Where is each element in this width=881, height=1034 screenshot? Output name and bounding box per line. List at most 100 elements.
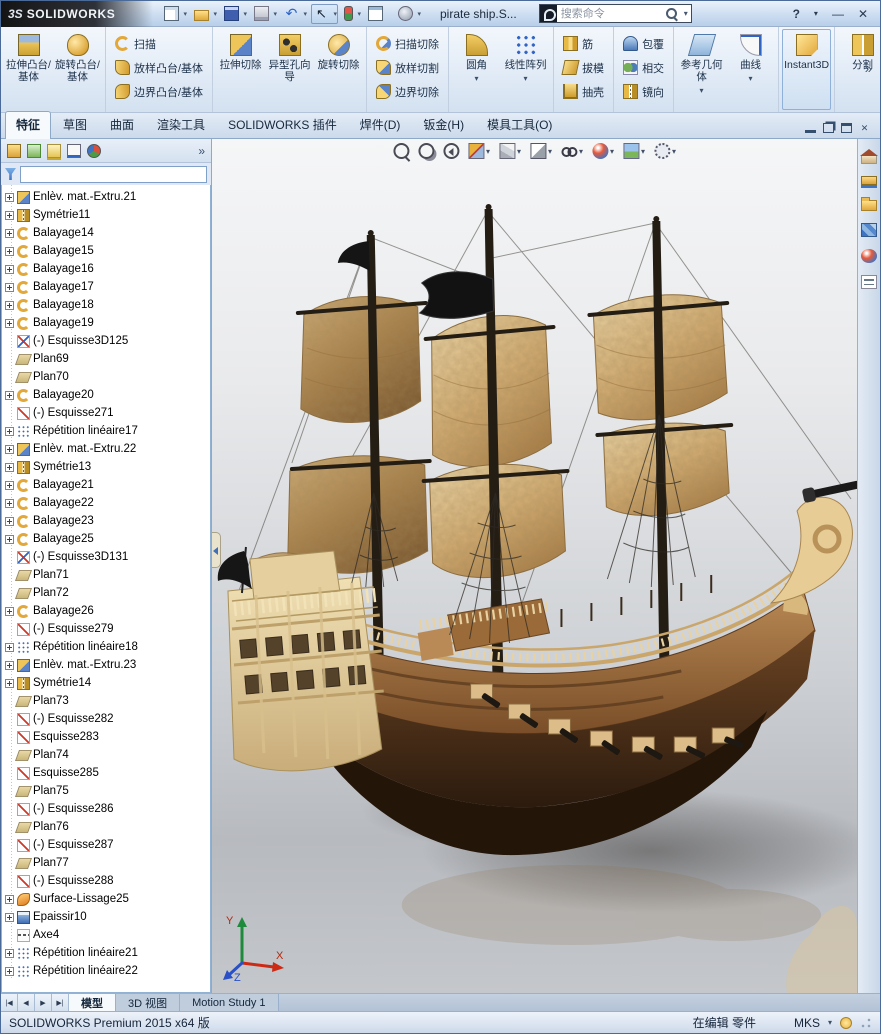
ribbon-button[interactable]: 圆角 (452, 29, 501, 110)
file-explorer-icon[interactable] (861, 197, 877, 211)
search-icon[interactable] (665, 7, 679, 21)
tree-item[interactable]: Surface-Lissage25 (2, 890, 210, 908)
tree-item[interactable]: Symétrie11 (2, 206, 210, 224)
tree-item[interactable]: Symétrie14 (2, 674, 210, 692)
tree-item[interactable]: Enlèv. mat.-Extru.23 (2, 656, 210, 674)
view-palette-icon[interactable] (861, 223, 877, 237)
command-tab[interactable]: SOLIDWORKS 插件 (217, 111, 348, 138)
tree-item[interactable]: Plan76 (2, 818, 210, 836)
help-chevron-icon[interactable]: ▾ (811, 7, 821, 21)
minimize-button[interactable]: — (829, 7, 847, 21)
open-icon[interactable] (191, 4, 218, 24)
tree-item[interactable]: Esquisse283 (2, 728, 210, 746)
tree-item[interactable]: (-) Esquisse286 (2, 800, 210, 818)
tree-item[interactable]: Plan69 (2, 350, 210, 368)
ribbon-button[interactable]: 曲线 (726, 29, 775, 110)
orientation-triad[interactable]: Y X Z (218, 909, 288, 981)
ribbon-button[interactable]: 拉伸切除 (216, 29, 265, 110)
tree-item[interactable]: Balayage23 (2, 512, 210, 530)
tree-expander-icon[interactable] (5, 264, 14, 274)
options-icon[interactable] (395, 4, 422, 24)
tree-item[interactable]: Balayage16 (2, 260, 210, 278)
rebuild-icon[interactable] (341, 4, 362, 24)
doc-close-icon[interactable] (859, 123, 870, 133)
ribbon-button[interactable]: 放样切割 (370, 56, 445, 79)
search-options-chevron-icon[interactable]: ▾ (681, 9, 691, 18)
tree-item[interactable]: Plan72 (2, 584, 210, 602)
tree-item[interactable]: Plan70 (2, 368, 210, 386)
dimxpertmanager-tab-icon[interactable] (67, 143, 81, 158)
tree-expander-icon[interactable] (5, 498, 14, 508)
ribbon-button[interactable]: 旋转凸台/基体 (53, 29, 102, 110)
tree-item[interactable]: Balayage21 (2, 476, 210, 494)
tree-item[interactable]: Balayage17 (2, 278, 210, 296)
tree-item[interactable]: Esquisse285 (2, 764, 210, 782)
ribbon-button[interactable]: 边界切除 (370, 80, 445, 103)
ribbon-button[interactable]: 镜向 (617, 80, 670, 103)
tree-expander-icon[interactable] (5, 228, 14, 238)
tree-expander-icon[interactable] (5, 246, 14, 256)
ribbon-button[interactable]: 相交 (617, 56, 670, 79)
doc-maximize-icon[interactable] (841, 123, 852, 133)
tree-item[interactable]: Plan75 (2, 782, 210, 800)
tree-expander-icon[interactable] (5, 210, 14, 220)
ribbon-button[interactable]: 参考几何体 (677, 29, 726, 110)
tree-item[interactable]: Enlèv. mat.-Extru.21 (2, 188, 210, 206)
command-tab[interactable]: 渲染工具 (146, 111, 216, 138)
tree-item[interactable]: (-) Esquisse279 (2, 620, 210, 638)
document-view-tab[interactable]: 模型 (69, 994, 116, 1011)
section-view-icon[interactable] (467, 143, 490, 159)
tree-expander-icon[interactable] (5, 390, 14, 400)
ribbon-button[interactable]: 抽壳 (557, 80, 610, 103)
search-input[interactable] (556, 6, 665, 21)
ribbon-button[interactable]: 包覆 (617, 32, 670, 55)
save-icon[interactable] (221, 4, 248, 24)
document-view-tab[interactable]: 3D 视图 (116, 994, 181, 1011)
tree-item[interactable]: Axe4 (2, 926, 210, 944)
command-tab[interactable]: 曲面 (99, 111, 145, 138)
tree-expander-icon[interactable] (5, 426, 14, 436)
apply-scene-icon[interactable] (623, 143, 645, 159)
ribbon-button[interactable]: 放样凸台/基体 (109, 56, 209, 79)
tree-item[interactable]: Epaissir10 (2, 908, 210, 926)
propertymanager-tab-icon[interactable] (27, 143, 41, 158)
ribbon-overflow-chevron[interactable]: » (859, 61, 878, 76)
tree-expander-icon[interactable] (5, 480, 14, 490)
tree-item[interactable]: Balayage25 (2, 530, 210, 548)
command-tab[interactable]: 焊件(D) (349, 111, 412, 138)
tree-item[interactable]: Balayage22 (2, 494, 210, 512)
print-icon[interactable] (251, 4, 278, 24)
tree-expander-icon[interactable] (5, 912, 14, 922)
new-document-icon[interactable] (161, 4, 188, 24)
ribbon-button[interactable]: 旋转切除 (314, 29, 363, 110)
command-tab[interactable]: 特征 (5, 111, 52, 139)
undo-icon[interactable] (281, 4, 308, 24)
tree-expander-icon[interactable] (5, 462, 14, 472)
ribbon-button[interactable]: 线性阵列 (501, 29, 550, 110)
help-button[interactable]: ? (790, 7, 803, 21)
tree-expander-icon[interactable] (5, 192, 14, 202)
tree-item[interactable]: Répétition linéaire18 (2, 638, 210, 656)
ribbon-button[interactable]: 筋 (557, 32, 610, 55)
ribbon-button[interactable]: 扫描切除 (370, 32, 445, 55)
view-settings-icon[interactable] (654, 143, 676, 159)
file-properties-icon[interactable] (365, 4, 392, 24)
view-orientation-icon[interactable] (498, 143, 521, 159)
tree-expander-icon[interactable] (5, 606, 14, 616)
ribbon-button[interactable]: 边界凸台/基体 (109, 80, 209, 103)
tree-expander-icon[interactable] (5, 516, 14, 526)
tree-item[interactable]: (-) Esquisse288 (2, 872, 210, 890)
tab-nav-button[interactable]: ▶| (52, 994, 69, 1011)
tree-item[interactable]: (-) Esquisse3D131 (2, 548, 210, 566)
command-tab[interactable]: 模具工具(O) (476, 111, 563, 138)
tree-item[interactable]: Plan73 (2, 692, 210, 710)
solidworks-resources-icon[interactable] (860, 149, 878, 164)
quick-tips-icon[interactable] (840, 1016, 852, 1029)
tree-item[interactable]: Plan74 (2, 746, 210, 764)
tree-expander-icon[interactable] (5, 642, 14, 652)
tree-item[interactable]: (-) Esquisse271 (2, 404, 210, 422)
ribbon-button[interactable]: 扫描 (109, 32, 209, 55)
tree-expander-icon[interactable] (5, 894, 14, 904)
command-tab[interactable]: 钣金(H) (412, 111, 475, 138)
tree-item[interactable]: Répétition linéaire22 (2, 962, 210, 980)
